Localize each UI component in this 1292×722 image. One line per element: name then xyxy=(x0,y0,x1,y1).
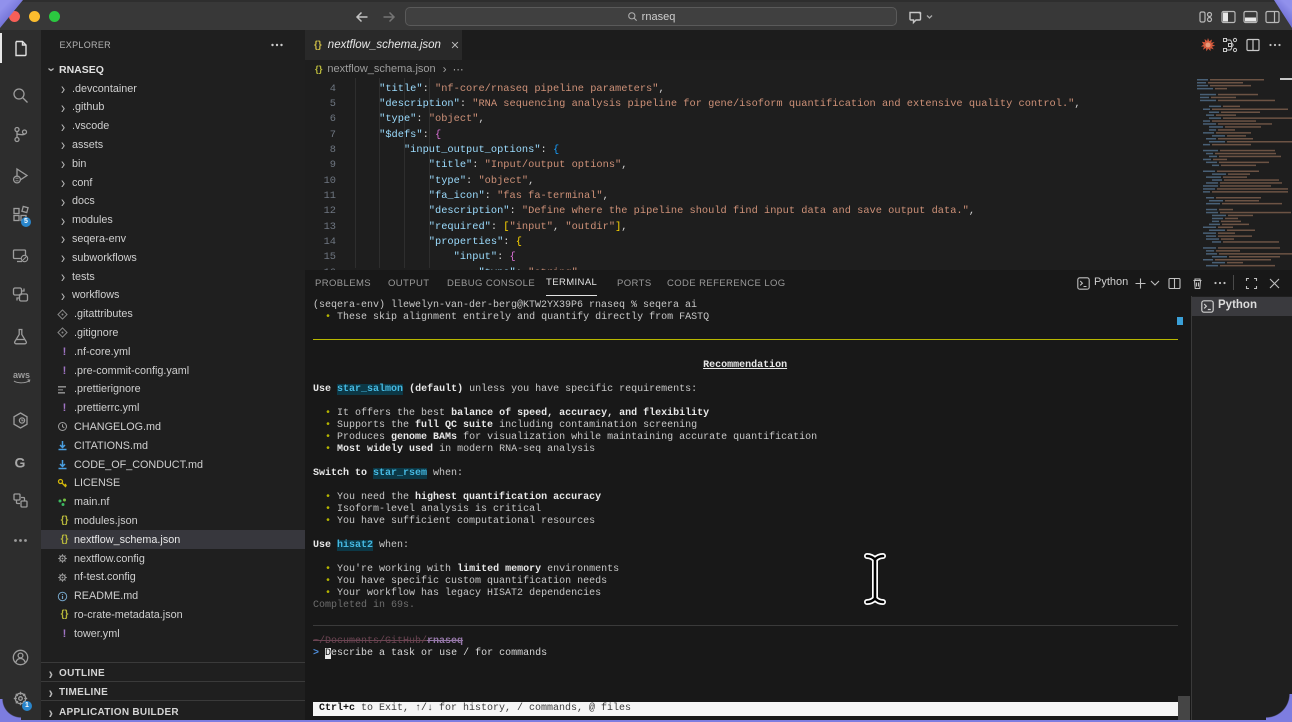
svg-text:aws: aws xyxy=(13,370,30,380)
svg-text:G: G xyxy=(15,455,26,471)
